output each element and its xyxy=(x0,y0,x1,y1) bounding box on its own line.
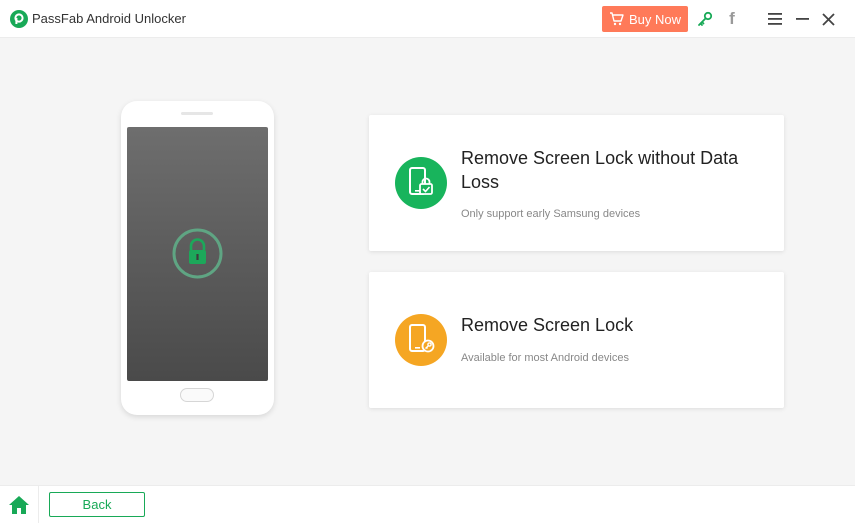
option-description: Available for most Android devices xyxy=(461,352,629,364)
phone-speaker xyxy=(181,112,213,115)
phone-home-button xyxy=(180,388,214,402)
footer-divider xyxy=(38,486,39,523)
option-title: Remove Screen Lock without Data Loss xyxy=(461,148,739,192)
option-card-remove-lock[interactable]: Remove Screen Lock Available for most An… xyxy=(369,272,784,408)
app-logo-icon xyxy=(10,10,28,28)
cart-icon xyxy=(609,12,624,26)
facebook-icon[interactable]: f xyxy=(723,9,741,28)
main-content: Remove Screen Lock without Data Loss Onl… xyxy=(0,38,855,485)
phone-lock-icon xyxy=(395,157,447,209)
option-title: Remove Screen Lock xyxy=(461,315,634,335)
phone-key-icon xyxy=(395,314,447,366)
app-title: PassFab Android Unlocker xyxy=(32,11,186,26)
close-icon[interactable] xyxy=(819,10,837,28)
menu-icon[interactable] xyxy=(766,10,784,28)
phone-screen xyxy=(127,127,268,381)
minimize-icon[interactable] xyxy=(793,10,811,28)
buy-now-button[interactable]: Buy Now xyxy=(602,6,688,32)
back-button[interactable]: Back xyxy=(49,492,145,517)
footer-bar: Back xyxy=(0,485,855,523)
home-icon[interactable] xyxy=(8,495,30,515)
lock-icon xyxy=(172,228,223,279)
key-icon[interactable] xyxy=(696,10,714,28)
title-bar: PassFab Android Unlocker Buy Now f xyxy=(0,0,855,38)
option-card-no-data-loss[interactable]: Remove Screen Lock without Data Loss Onl… xyxy=(369,115,784,251)
option-description: Only support early Samsung devices xyxy=(461,208,641,220)
phone-illustration xyxy=(121,101,274,415)
buy-now-label: Buy Now xyxy=(628,11,682,27)
